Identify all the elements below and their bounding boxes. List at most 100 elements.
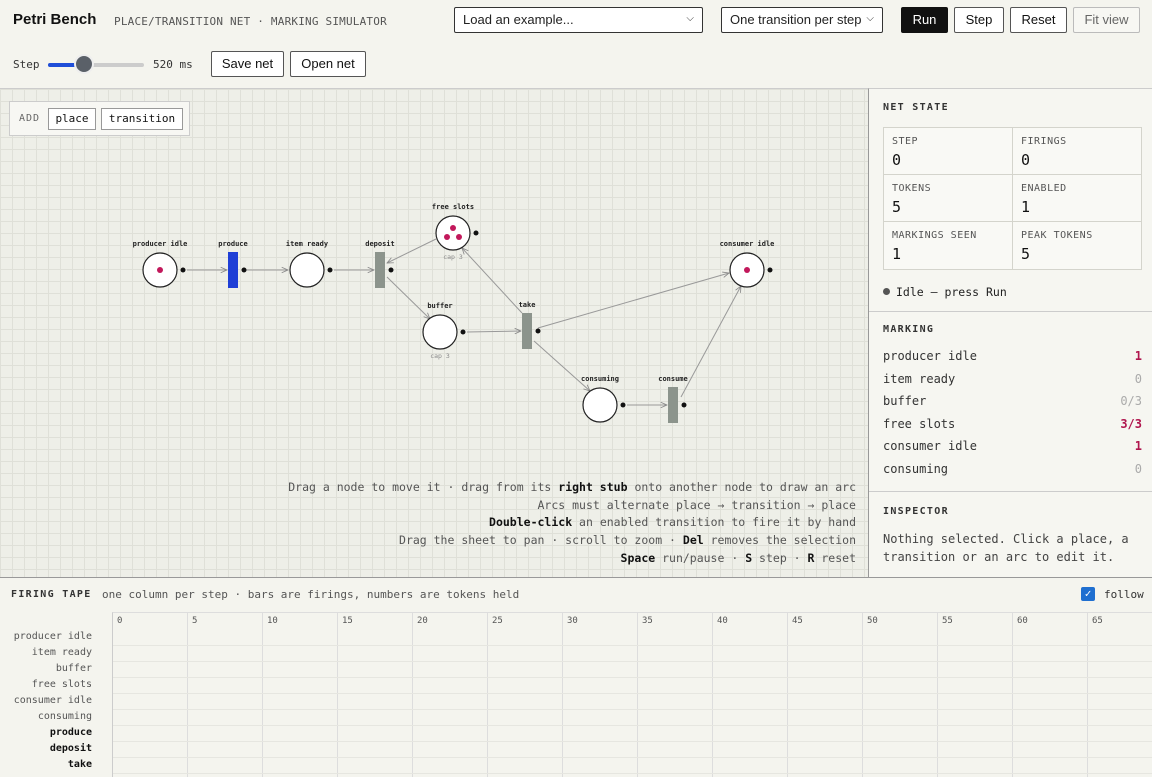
tape-row-line xyxy=(113,677,1152,678)
tape-row-line xyxy=(113,693,1152,694)
follow-label: follow xyxy=(1104,588,1144,601)
help-line: Drag the sheet to pan · scroll to zoom ·… xyxy=(399,533,856,547)
arc[interactable] xyxy=(466,331,521,332)
arc-stub-handle[interactable] xyxy=(460,329,466,335)
help-text-part: onto another node to draw an arc xyxy=(627,480,856,494)
fit-view-button[interactable]: Fit view xyxy=(1073,7,1140,33)
help-line: Space run/pause · S step · R reset xyxy=(621,551,856,565)
help-text-part: Arcs must alternate place → transition →… xyxy=(537,498,857,512)
stat-label: FIRINGS xyxy=(1021,136,1067,147)
arc-stub-handle[interactable] xyxy=(241,267,247,273)
step-speed-value: 520 ms xyxy=(153,58,193,71)
app-subtitle: PLACE/TRANSITION NET · MARKING SIMULATOR xyxy=(114,15,387,28)
tape-row-line xyxy=(113,725,1152,726)
chevron-down-icon: ⌵ xyxy=(686,13,694,24)
divider xyxy=(869,491,1152,492)
token xyxy=(157,267,163,273)
token xyxy=(444,234,450,240)
arc-stub-handle[interactable] xyxy=(180,267,186,273)
open-net-button[interactable]: Open net xyxy=(290,51,366,77)
arc[interactable] xyxy=(462,248,523,314)
transition-node[interactable] xyxy=(668,387,678,423)
stat-value: 1 xyxy=(1021,198,1031,216)
marking-place-name: consumer idle xyxy=(883,439,977,454)
place-label: buffer xyxy=(427,302,452,310)
help-key: right stub xyxy=(558,480,628,494)
arc-stub-handle[interactable] xyxy=(767,267,773,273)
tape-row-label: consuming xyxy=(37,711,92,722)
stat-value: 1 xyxy=(892,245,902,263)
marking-row[interactable]: item ready 0 xyxy=(883,372,1142,386)
tape-row-label: free slots xyxy=(31,679,92,690)
marking-row[interactable]: producer idle 1 xyxy=(883,349,1142,363)
net-canvas[interactable]: producer idle item ready free slots cap 3 bu… xyxy=(0,88,868,577)
arc-stub-handle[interactable] xyxy=(473,230,479,236)
example-select[interactable]: Load an example... ⌵ xyxy=(454,7,703,33)
tape-gridline xyxy=(862,613,863,777)
help-text-part: Drag the sheet to pan · scroll to zoom · xyxy=(399,533,683,547)
tape-row-label: buffer xyxy=(55,663,92,674)
tape-grid[interactable] xyxy=(112,612,1152,777)
marking-place-name: producer idle xyxy=(883,349,977,363)
step-speed-slider[interactable] xyxy=(48,63,144,67)
net-state-heading: NET STATE xyxy=(883,102,949,113)
add-transition-button[interactable]: transition xyxy=(101,108,183,130)
transition-label: deposit xyxy=(365,240,395,248)
tape-gridline xyxy=(187,613,188,777)
help-line: Arcs must alternate place → transition →… xyxy=(538,498,857,512)
token xyxy=(744,267,750,273)
add-label: ADD xyxy=(19,113,41,124)
arc[interactable] xyxy=(680,286,741,398)
tape-gridline xyxy=(562,613,563,777)
app-title: Petri Bench xyxy=(13,11,97,28)
arc-stub-handle[interactable] xyxy=(681,402,687,408)
step-speed-label: Step xyxy=(13,58,40,71)
transition-node[interactable] xyxy=(522,313,532,349)
step-button[interactable]: Step xyxy=(954,7,1004,33)
place-node[interactable] xyxy=(582,387,618,423)
place-capacity: cap 3 xyxy=(430,352,450,360)
place-node[interactable] xyxy=(289,252,325,288)
reset-button[interactable]: Reset xyxy=(1010,7,1067,33)
arc[interactable] xyxy=(386,276,430,319)
tape-row-label: consumer idle xyxy=(13,695,92,706)
marking-row[interactable]: consumer idle 1 xyxy=(883,439,1142,453)
tape-gridline xyxy=(712,613,713,777)
transition-node[interactable] xyxy=(228,252,238,288)
tape-row-line xyxy=(113,741,1152,742)
marking-place-name: free slots xyxy=(883,416,956,431)
run-button[interactable]: Run xyxy=(901,7,948,33)
slider-thumb[interactable] xyxy=(74,54,95,74)
marking-row[interactable]: buffer 0/3 xyxy=(883,394,1142,408)
arc-stub-handle[interactable] xyxy=(535,328,541,334)
place-label: consumer idle xyxy=(720,240,775,248)
help-key: Space xyxy=(620,551,656,565)
arc[interactable] xyxy=(533,340,590,391)
stat-label: MARKINGS SEEN xyxy=(892,230,977,241)
marking-row[interactable]: free slots 3/3 xyxy=(883,417,1142,431)
mode-select[interactable]: One transition per step ⌵ xyxy=(721,7,883,33)
save-net-button[interactable]: Save net xyxy=(211,51,284,77)
stat-label: PEAK TOKENS xyxy=(1021,230,1093,241)
transition-node[interactable] xyxy=(375,252,385,288)
arc[interactable] xyxy=(537,273,729,329)
stat-label: STEP xyxy=(892,136,919,147)
tape-gridline xyxy=(487,613,488,777)
help-text-part: reset xyxy=(814,551,856,565)
marking-value: 0/3 xyxy=(1120,394,1142,409)
run-status: Idle — press Run xyxy=(883,285,1007,299)
help-text-part: step · xyxy=(752,551,808,565)
follow-checkbox[interactable]: ✓ xyxy=(1081,587,1095,601)
place-node[interactable] xyxy=(422,314,458,350)
tape-row-line xyxy=(113,709,1152,710)
marking-row[interactable]: consuming 0 xyxy=(883,462,1142,476)
place-label: consuming xyxy=(581,375,619,383)
firing-tape-subtitle: one column per step · bars are firings, … xyxy=(102,588,520,601)
place-node[interactable] xyxy=(435,215,471,251)
arc-stub-handle[interactable] xyxy=(620,402,626,408)
arc-stub-handle[interactable] xyxy=(327,267,333,273)
tape-row-line xyxy=(113,757,1152,758)
add-place-button[interactable]: place xyxy=(48,108,96,130)
arc-stub-handle[interactable] xyxy=(388,267,394,273)
help-text-part: an enabled transition to fire it by hand xyxy=(572,515,856,529)
